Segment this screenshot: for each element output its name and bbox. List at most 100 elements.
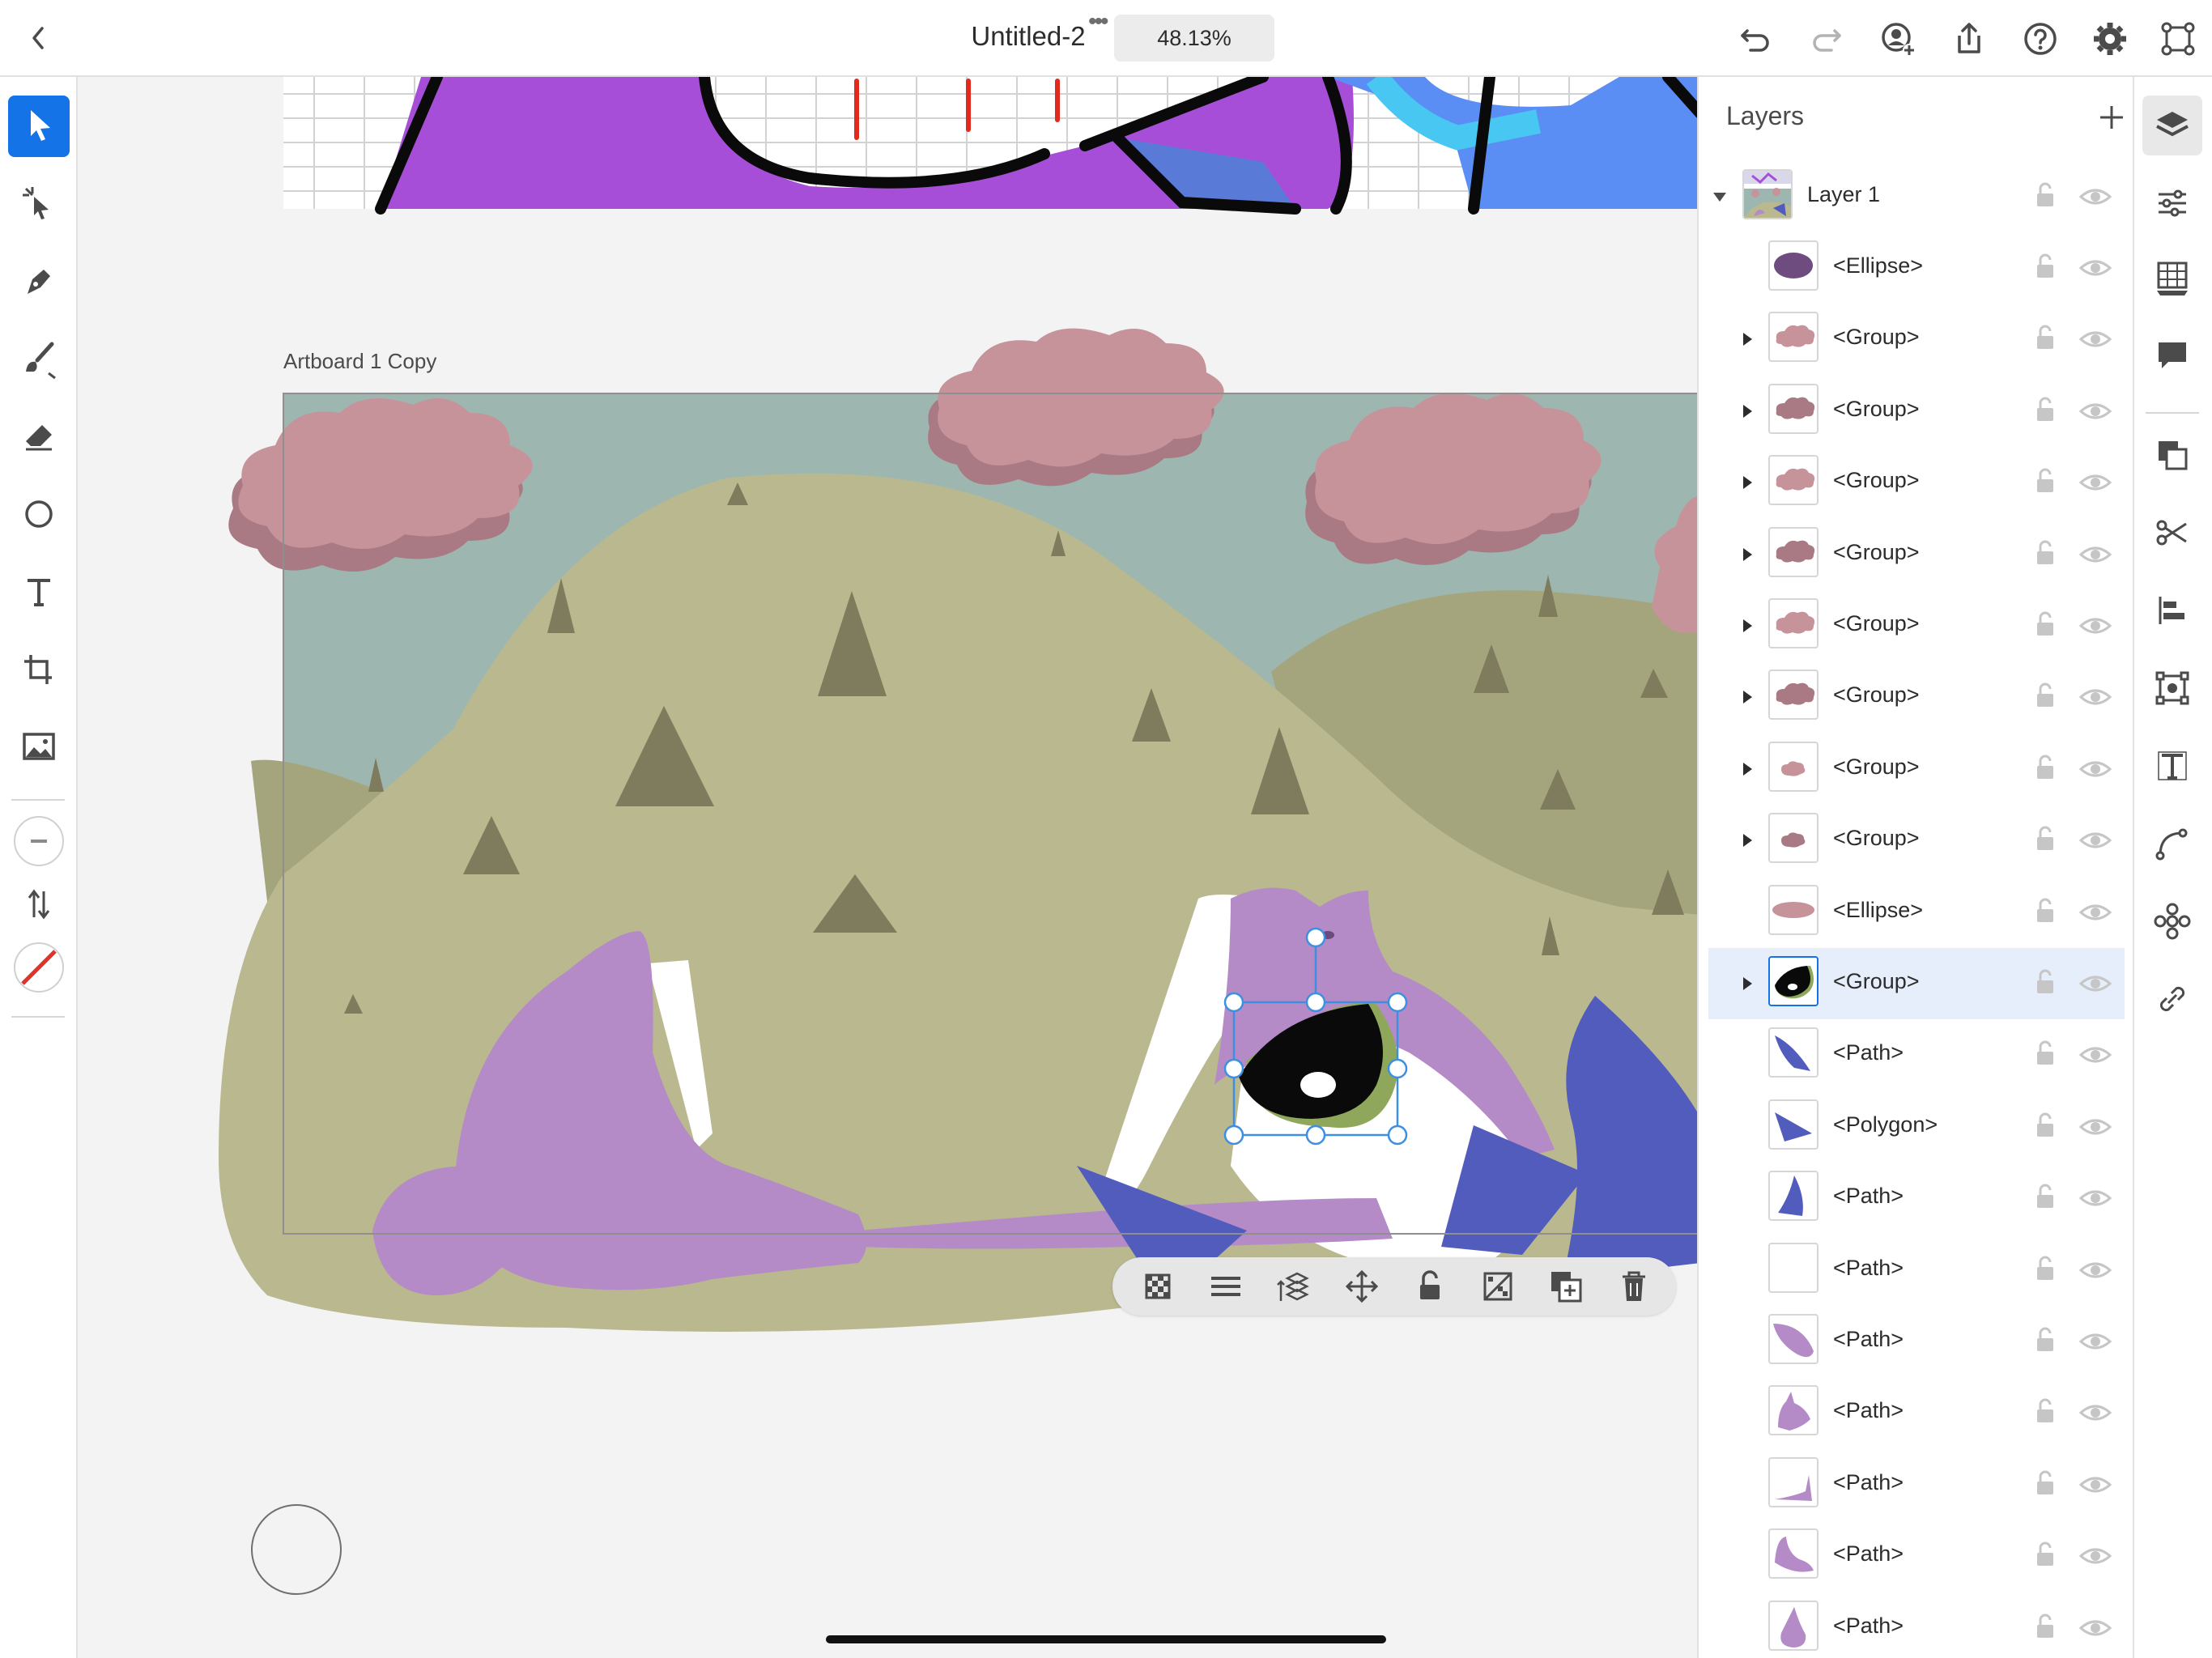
visibility-eye-icon[interactable] [2078, 181, 2113, 213]
unlock-icon[interactable] [2029, 823, 2061, 855]
visibility-eye-icon[interactable] [2078, 967, 2113, 1000]
visibility-eye-icon[interactable] [2078, 1540, 2113, 1572]
ellipse-tool-icon[interactable] [8, 483, 70, 545]
visibility-eye-icon[interactable] [2078, 1612, 2113, 1644]
chevron-right-icon[interactable] [1736, 471, 1759, 494]
scissors-icon[interactable] [2142, 503, 2202, 563]
layer-row[interactable]: <Ellipse> [1708, 232, 2125, 304]
stroke-menu-icon[interactable] [1205, 1265, 1247, 1307]
add-layer-icon[interactable] [2094, 100, 2129, 135]
layer-row[interactable]: <Group> [1708, 733, 2125, 805]
undo-icon[interactable] [1734, 18, 1776, 60]
comments-icon[interactable] [2142, 325, 2202, 385]
layer-row[interactable]: <Group> [1708, 805, 2125, 876]
visibility-eye-icon[interactable] [2078, 395, 2113, 427]
visibility-eye-icon[interactable] [2078, 681, 2113, 713]
lock-icon[interactable] [1409, 1265, 1451, 1307]
layer-row[interactable]: <Group> [1708, 661, 2125, 733]
direct-selection-tool-icon[interactable] [8, 172, 70, 234]
unlock-icon[interactable] [2029, 179, 2061, 211]
visibility-eye-icon[interactable] [2078, 1469, 2113, 1501]
canvas[interactable]: Artboard 1 Copy [78, 77, 1697, 1658]
visibility-eye-icon[interactable] [2078, 824, 2113, 857]
layer-row[interactable]: <Path> [1708, 1377, 2125, 1448]
path-curve-icon[interactable] [2142, 814, 2202, 874]
visibility-eye-icon[interactable] [2078, 1254, 2113, 1286]
unlock-icon[interactable] [2029, 1109, 2061, 1141]
unlock-icon[interactable] [2029, 895, 2061, 927]
duplicate-icon[interactable] [1545, 1265, 1587, 1307]
chevron-right-icon[interactable] [1736, 400, 1759, 423]
opacity-icon[interactable] [1137, 1265, 1179, 1307]
properties-icon[interactable] [2142, 173, 2202, 233]
visibility-eye-icon[interactable] [2078, 1325, 2113, 1358]
crop-tool-icon[interactable] [8, 639, 70, 700]
chevron-right-icon[interactable] [1736, 829, 1759, 852]
visibility-eye-icon[interactable] [2078, 753, 2113, 785]
pen-tool-icon[interactable] [8, 250, 70, 312]
unlock-icon[interactable] [2029, 1252, 2061, 1285]
swap-fill-stroke-icon[interactable] [8, 874, 70, 935]
unlock-icon[interactable] [2029, 465, 2061, 497]
unlock-icon[interactable] [2029, 1037, 2061, 1069]
more-options-icon[interactable]: ••• [1088, 8, 1108, 36]
unlock-icon[interactable] [2029, 537, 2061, 569]
unlock-icon[interactable] [2029, 393, 2061, 426]
unlock-icon[interactable] [2029, 966, 2061, 998]
no-stroke-icon[interactable] [8, 937, 70, 998]
align-icon[interactable] [2142, 580, 2202, 640]
type-tool-icon[interactable] [8, 561, 70, 623]
redo-icon[interactable] [1806, 18, 1848, 60]
layer-row[interactable]: <Polygon> [1708, 1091, 2125, 1163]
artboard-icon[interactable] [2157, 18, 2199, 60]
unlock-icon[interactable] [2029, 1538, 2061, 1571]
chevron-right-icon[interactable] [1736, 686, 1759, 708]
visibility-eye-icon[interactable] [2078, 1182, 2113, 1214]
visibility-eye-icon[interactable] [2078, 1111, 2113, 1143]
zoom-level[interactable]: 48.13% [1114, 15, 1274, 62]
visibility-eye-icon[interactable] [2078, 323, 2113, 355]
move-icon[interactable] [1341, 1265, 1383, 1307]
layer-row[interactable]: <Group> [1708, 590, 2125, 661]
layer-row[interactable]: <Path> [1708, 1306, 2125, 1377]
artboard-label[interactable]: Artboard 1 Copy [283, 349, 436, 374]
settings-icon[interactable] [2089, 18, 2131, 60]
paint-brush-tool-icon[interactable] [8, 328, 70, 389]
fill-color-icon[interactable] [8, 810, 70, 872]
layer-row[interactable]: <Path> [1708, 1019, 2125, 1090]
unlock-icon[interactable] [2029, 751, 2061, 784]
chevron-right-icon[interactable] [1736, 758, 1759, 780]
invite-user-icon[interactable] [1877, 18, 1919, 60]
unlock-icon[interactable] [2029, 1467, 2061, 1499]
unlock-icon[interactable] [2029, 679, 2061, 712]
share-icon[interactable] [1948, 18, 1990, 60]
touch-shortcut-button[interactable] [251, 1504, 342, 1595]
visibility-eye-icon[interactable] [2078, 1397, 2113, 1429]
layers-panel-icon[interactable] [2142, 96, 2202, 155]
back-icon[interactable] [23, 18, 68, 58]
unlock-icon[interactable] [2029, 1395, 2061, 1427]
link-icon[interactable] [2142, 969, 2202, 1029]
visibility-eye-icon[interactable] [2078, 252, 2113, 284]
visibility-eye-icon[interactable] [2078, 466, 2113, 499]
delete-icon[interactable] [1613, 1265, 1655, 1307]
visibility-eye-icon[interactable] [2078, 538, 2113, 571]
layer-row[interactable]: <Group> [1708, 376, 2125, 447]
layer-row[interactable]: <Path> [1708, 1592, 2125, 1658]
selection-tool-icon[interactable] [8, 96, 70, 157]
layer-row[interactable]: <Path> [1708, 1449, 2125, 1520]
layer-row[interactable]: <Path> [1708, 1520, 2125, 1592]
layer-row-layer-1[interactable]: Layer 1 [1708, 161, 2125, 232]
layer-row[interactable]: <Ellipse> [1708, 877, 2125, 948]
chevron-down-icon[interactable] [1708, 185, 1731, 208]
transform-icon[interactable] [2142, 658, 2202, 718]
symbols-icon[interactable] [2142, 891, 2202, 951]
chevron-right-icon[interactable] [1736, 543, 1759, 566]
layer-row[interactable]: <Group> [1708, 519, 2125, 590]
chevron-right-icon[interactable] [1736, 614, 1759, 637]
unlock-icon[interactable] [2029, 321, 2061, 354]
visibility-eye-icon[interactable] [2078, 896, 2113, 929]
eraser-tool-icon[interactable] [8, 406, 70, 467]
type-properties-icon[interactable] [2142, 736, 2202, 796]
layer-row[interactable]: <Path> [1708, 1235, 2125, 1306]
